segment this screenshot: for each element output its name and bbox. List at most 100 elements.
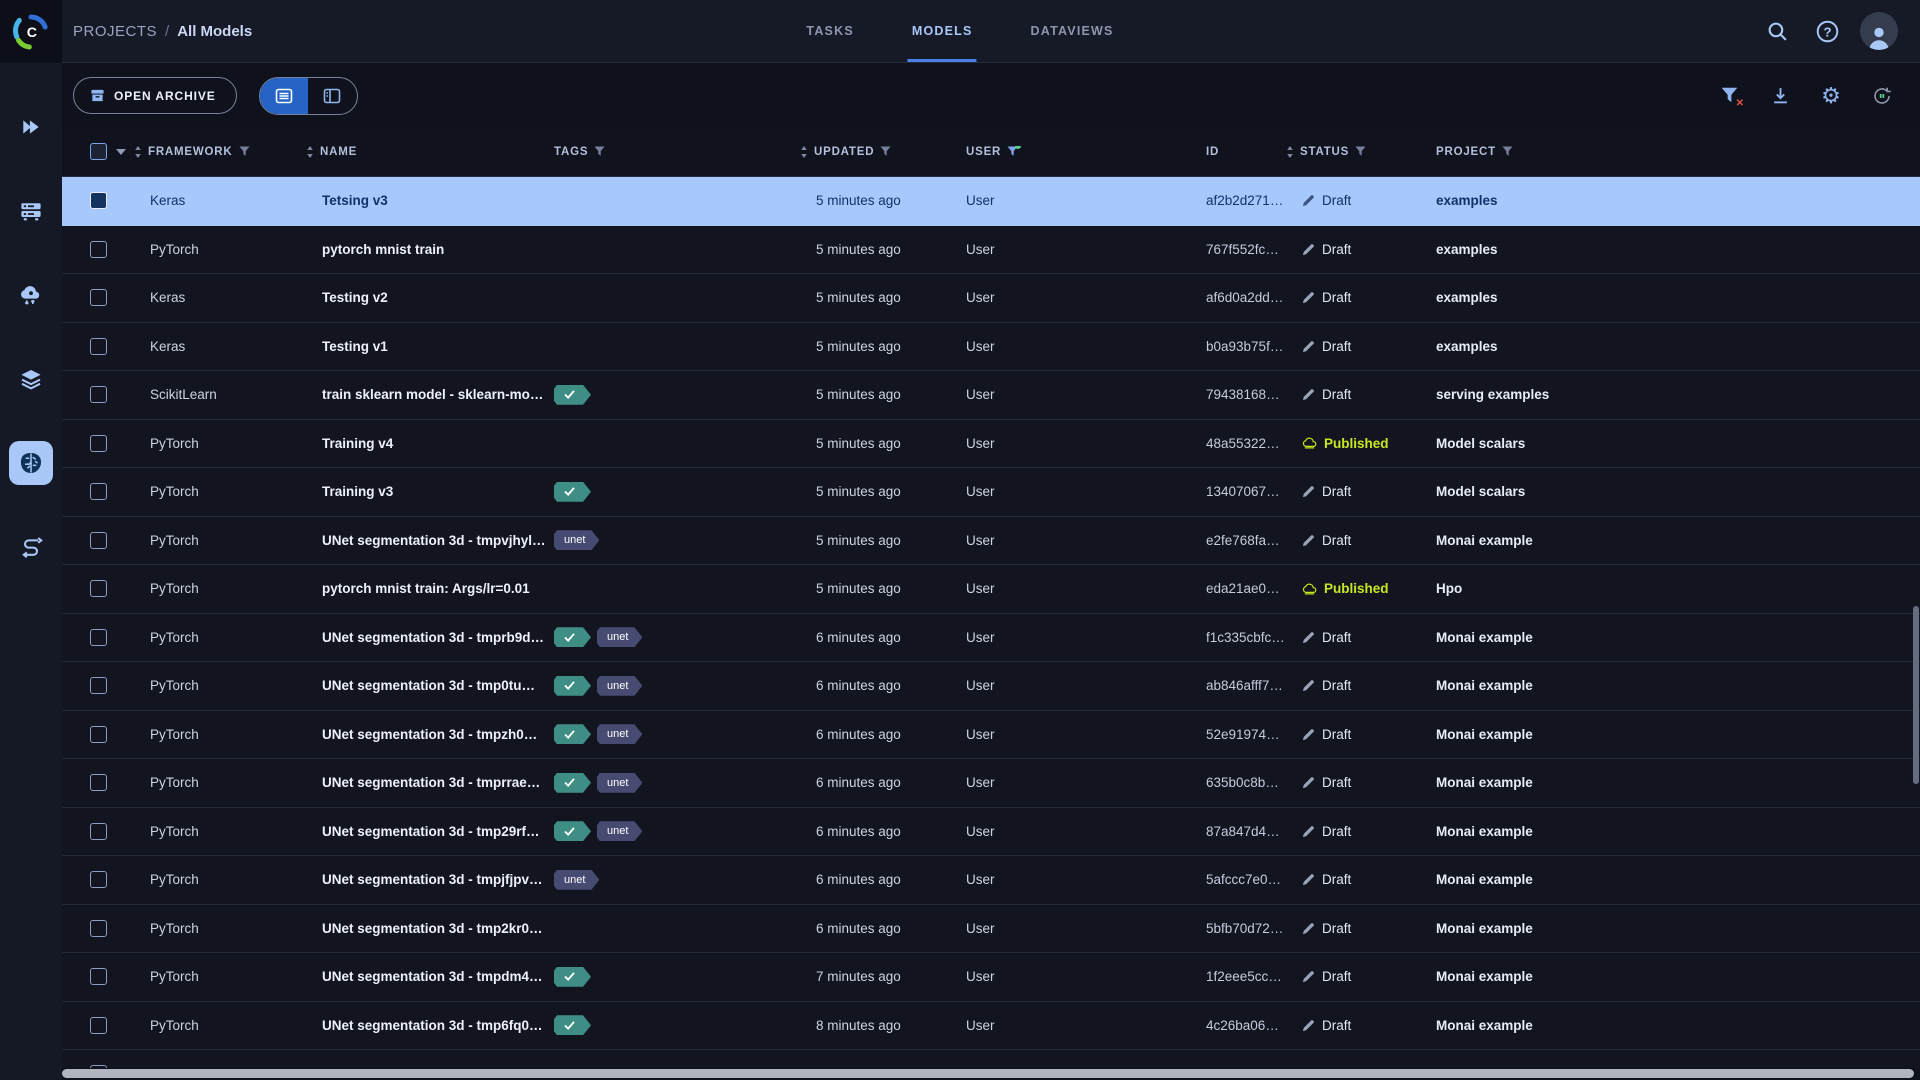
table-row[interactable]: KerasTesting v15 minutes agoUserb0a93b75…	[62, 323, 1920, 372]
row-checkbox[interactable]	[90, 871, 107, 888]
model-name: UNet segmentation 3d - tmp0ap…	[306, 1066, 554, 1068]
sidebar-item-pipelines[interactable]	[9, 525, 53, 569]
settings-icon[interactable]: ⚙	[1819, 84, 1843, 108]
column-header-status[interactable]: STATUS	[1286, 145, 1436, 159]
table-row[interactable]: PyTorchUNet segmentation 3d - tmpzh0…une…	[62, 711, 1920, 760]
table-row[interactable]: PyTorchpytorch mnist train: Args/lr=0.01…	[62, 565, 1920, 614]
select-all-checkbox[interactable]	[90, 143, 107, 160]
tab-tasks[interactable]: TASKS	[802, 0, 857, 62]
workers-queues-icon	[19, 199, 43, 223]
sidebar-item-applications[interactable]	[9, 273, 53, 317]
model-id: b0a93b75f…	[1206, 339, 1286, 354]
selection-caret-icon[interactable]	[116, 149, 126, 155]
open-archive-button[interactable]: OPEN ARCHIVE	[73, 77, 237, 114]
clearml-logo[interactable]: C	[0, 0, 62, 63]
sidebar-item-projects[interactable]	[9, 105, 53, 149]
project-cell: Monai example	[1436, 824, 1920, 839]
download-icon[interactable]	[1768, 84, 1792, 108]
sidebar-item-models[interactable]	[9, 441, 53, 485]
filter-icon-status[interactable]	[1355, 146, 1366, 157]
sidebar-item-datasets[interactable]	[9, 357, 53, 401]
row-checkbox[interactable]	[90, 386, 107, 403]
card-view-button[interactable]	[308, 78, 357, 114]
project-cell: Monai example	[1436, 533, 1920, 548]
tag-chip: unet	[554, 870, 599, 890]
breadcrumb-projects[interactable]: PROJECTS	[73, 23, 157, 40]
user-cell: User	[966, 824, 1206, 839]
row-checkbox[interactable]	[90, 241, 107, 258]
row-checkbox[interactable]	[90, 677, 107, 694]
table-row[interactable]: PyTorchUNet segmentation 3d - tmprb9d…un…	[62, 614, 1920, 663]
table-row[interactable]: PyTorchTraining v45 minutes agoUser48a55…	[62, 420, 1920, 469]
model-name: UNet segmentation 3d - tmpvjhyl…	[306, 533, 554, 548]
column-header-updated[interactable]: UPDATED	[800, 145, 966, 159]
row-checkbox[interactable]	[90, 435, 107, 452]
column-header-project[interactable]: PROJECT	[1436, 146, 1920, 158]
row-checkbox[interactable]	[90, 580, 107, 597]
row-checkbox[interactable]	[90, 726, 107, 743]
column-header-id[interactable]: ID	[1206, 146, 1286, 158]
help-icon[interactable]: ?	[1810, 14, 1844, 48]
row-checkbox[interactable]	[90, 192, 107, 209]
table-row[interactable]: PyTorchpytorch mnist train5 minutes agoU…	[62, 226, 1920, 275]
row-checkbox[interactable]	[90, 1065, 107, 1068]
column-header-user[interactable]: USER	[966, 146, 1206, 158]
row-checkbox[interactable]	[90, 532, 107, 549]
table-row[interactable]: PyTorchUNet segmentation 3d - tmp0tu…une…	[62, 662, 1920, 711]
vertical-scrollbar[interactable]	[1913, 606, 1919, 784]
row-checkbox[interactable]	[90, 483, 107, 500]
table-row[interactable]: KerasTesting v25 minutes agoUseraf6d0a2d…	[62, 274, 1920, 323]
row-checkbox[interactable]	[90, 629, 107, 646]
column-header-tags[interactable]: TAGS	[554, 146, 800, 158]
auto-refresh-icon[interactable]	[1870, 84, 1894, 108]
filter-icon-framework[interactable]	[239, 146, 250, 157]
model-id: af2b2d271…	[1206, 193, 1286, 208]
table-row[interactable]: PyTorchUNet segmentation 3d - tmp2kr0…6 …	[62, 905, 1920, 954]
row-checkbox[interactable]	[90, 1017, 107, 1034]
sort-icon[interactable]	[1286, 145, 1294, 159]
clear-filters-icon[interactable]: ✕	[1717, 84, 1741, 108]
row-checkbox[interactable]	[90, 289, 107, 306]
table-row[interactable]: PyTorchUNet segmentation 3d - tmprrae…un…	[62, 759, 1920, 808]
search-icon[interactable]	[1760, 14, 1794, 48]
tags-cell: unet	[554, 724, 800, 744]
row-checkbox[interactable]	[90, 968, 107, 985]
filter-icon-user[interactable]	[1007, 146, 1018, 157]
tab-dataviews[interactable]: DATAVIEWS	[1027, 0, 1118, 62]
table-row[interactable]: ScikitLearntrain sklearn model - sklearn…	[62, 371, 1920, 420]
status-draft-icon	[1302, 728, 1315, 741]
sort-icon[interactable]	[306, 145, 314, 159]
row-checkbox[interactable]	[90, 774, 107, 791]
updated-cell: 6 minutes ago	[800, 872, 966, 887]
table-row[interactable]: KerasTetsing v35 minutes agoUseraf2b2d27…	[62, 177, 1920, 226]
status-label: Draft	[1322, 630, 1351, 645]
sort-icon[interactable]	[800, 145, 808, 159]
table-row[interactable]: PyTorchUNet segmentation 3d - tmp0ap…8 m…	[62, 1050, 1920, 1068]
column-header-name[interactable]: NAME	[306, 145, 554, 159]
table-row[interactable]: PyTorchUNet segmentation 3d - tmp6fq0…8 …	[62, 1002, 1920, 1051]
table-row[interactable]: PyTorchUNet segmentation 3d - tmpvjhyl…u…	[62, 517, 1920, 566]
brain-icon	[18, 450, 44, 476]
table-row[interactable]: PyTorchTraining v35 minutes agoUser13407…	[62, 468, 1920, 517]
filter-icon-updated[interactable]	[880, 146, 891, 157]
double-chevron-icon	[20, 116, 42, 138]
user-avatar[interactable]	[1860, 12, 1898, 50]
row-checkbox-cell	[62, 289, 134, 306]
horizontal-scrollbar[interactable]	[62, 1069, 1914, 1078]
table-row[interactable]: PyTorchUNet segmentation 3d - tmp29rf…un…	[62, 808, 1920, 857]
column-header-framework[interactable]: FRAMEWORK	[134, 145, 306, 159]
table-view-button[interactable]	[260, 78, 309, 114]
tag-chip-check	[554, 724, 591, 744]
sidebar-item-workers-queues[interactable]	[9, 189, 53, 233]
row-checkbox[interactable]	[90, 823, 107, 840]
row-checkbox-cell	[62, 871, 134, 888]
user-cell: User	[966, 339, 1206, 354]
row-checkbox[interactable]	[90, 920, 107, 937]
sort-icon[interactable]	[134, 145, 142, 159]
filter-icon-tags[interactable]	[594, 146, 605, 157]
filter-icon-project[interactable]	[1502, 146, 1513, 157]
tab-models[interactable]: MODELS	[908, 0, 977, 62]
table-row[interactable]: PyTorchUNet segmentation 3d - tmpdm4…7 m…	[62, 953, 1920, 1002]
row-checkbox[interactable]	[90, 338, 107, 355]
table-row[interactable]: PyTorchUNet segmentation 3d - tmpjfjpv…u…	[62, 856, 1920, 905]
